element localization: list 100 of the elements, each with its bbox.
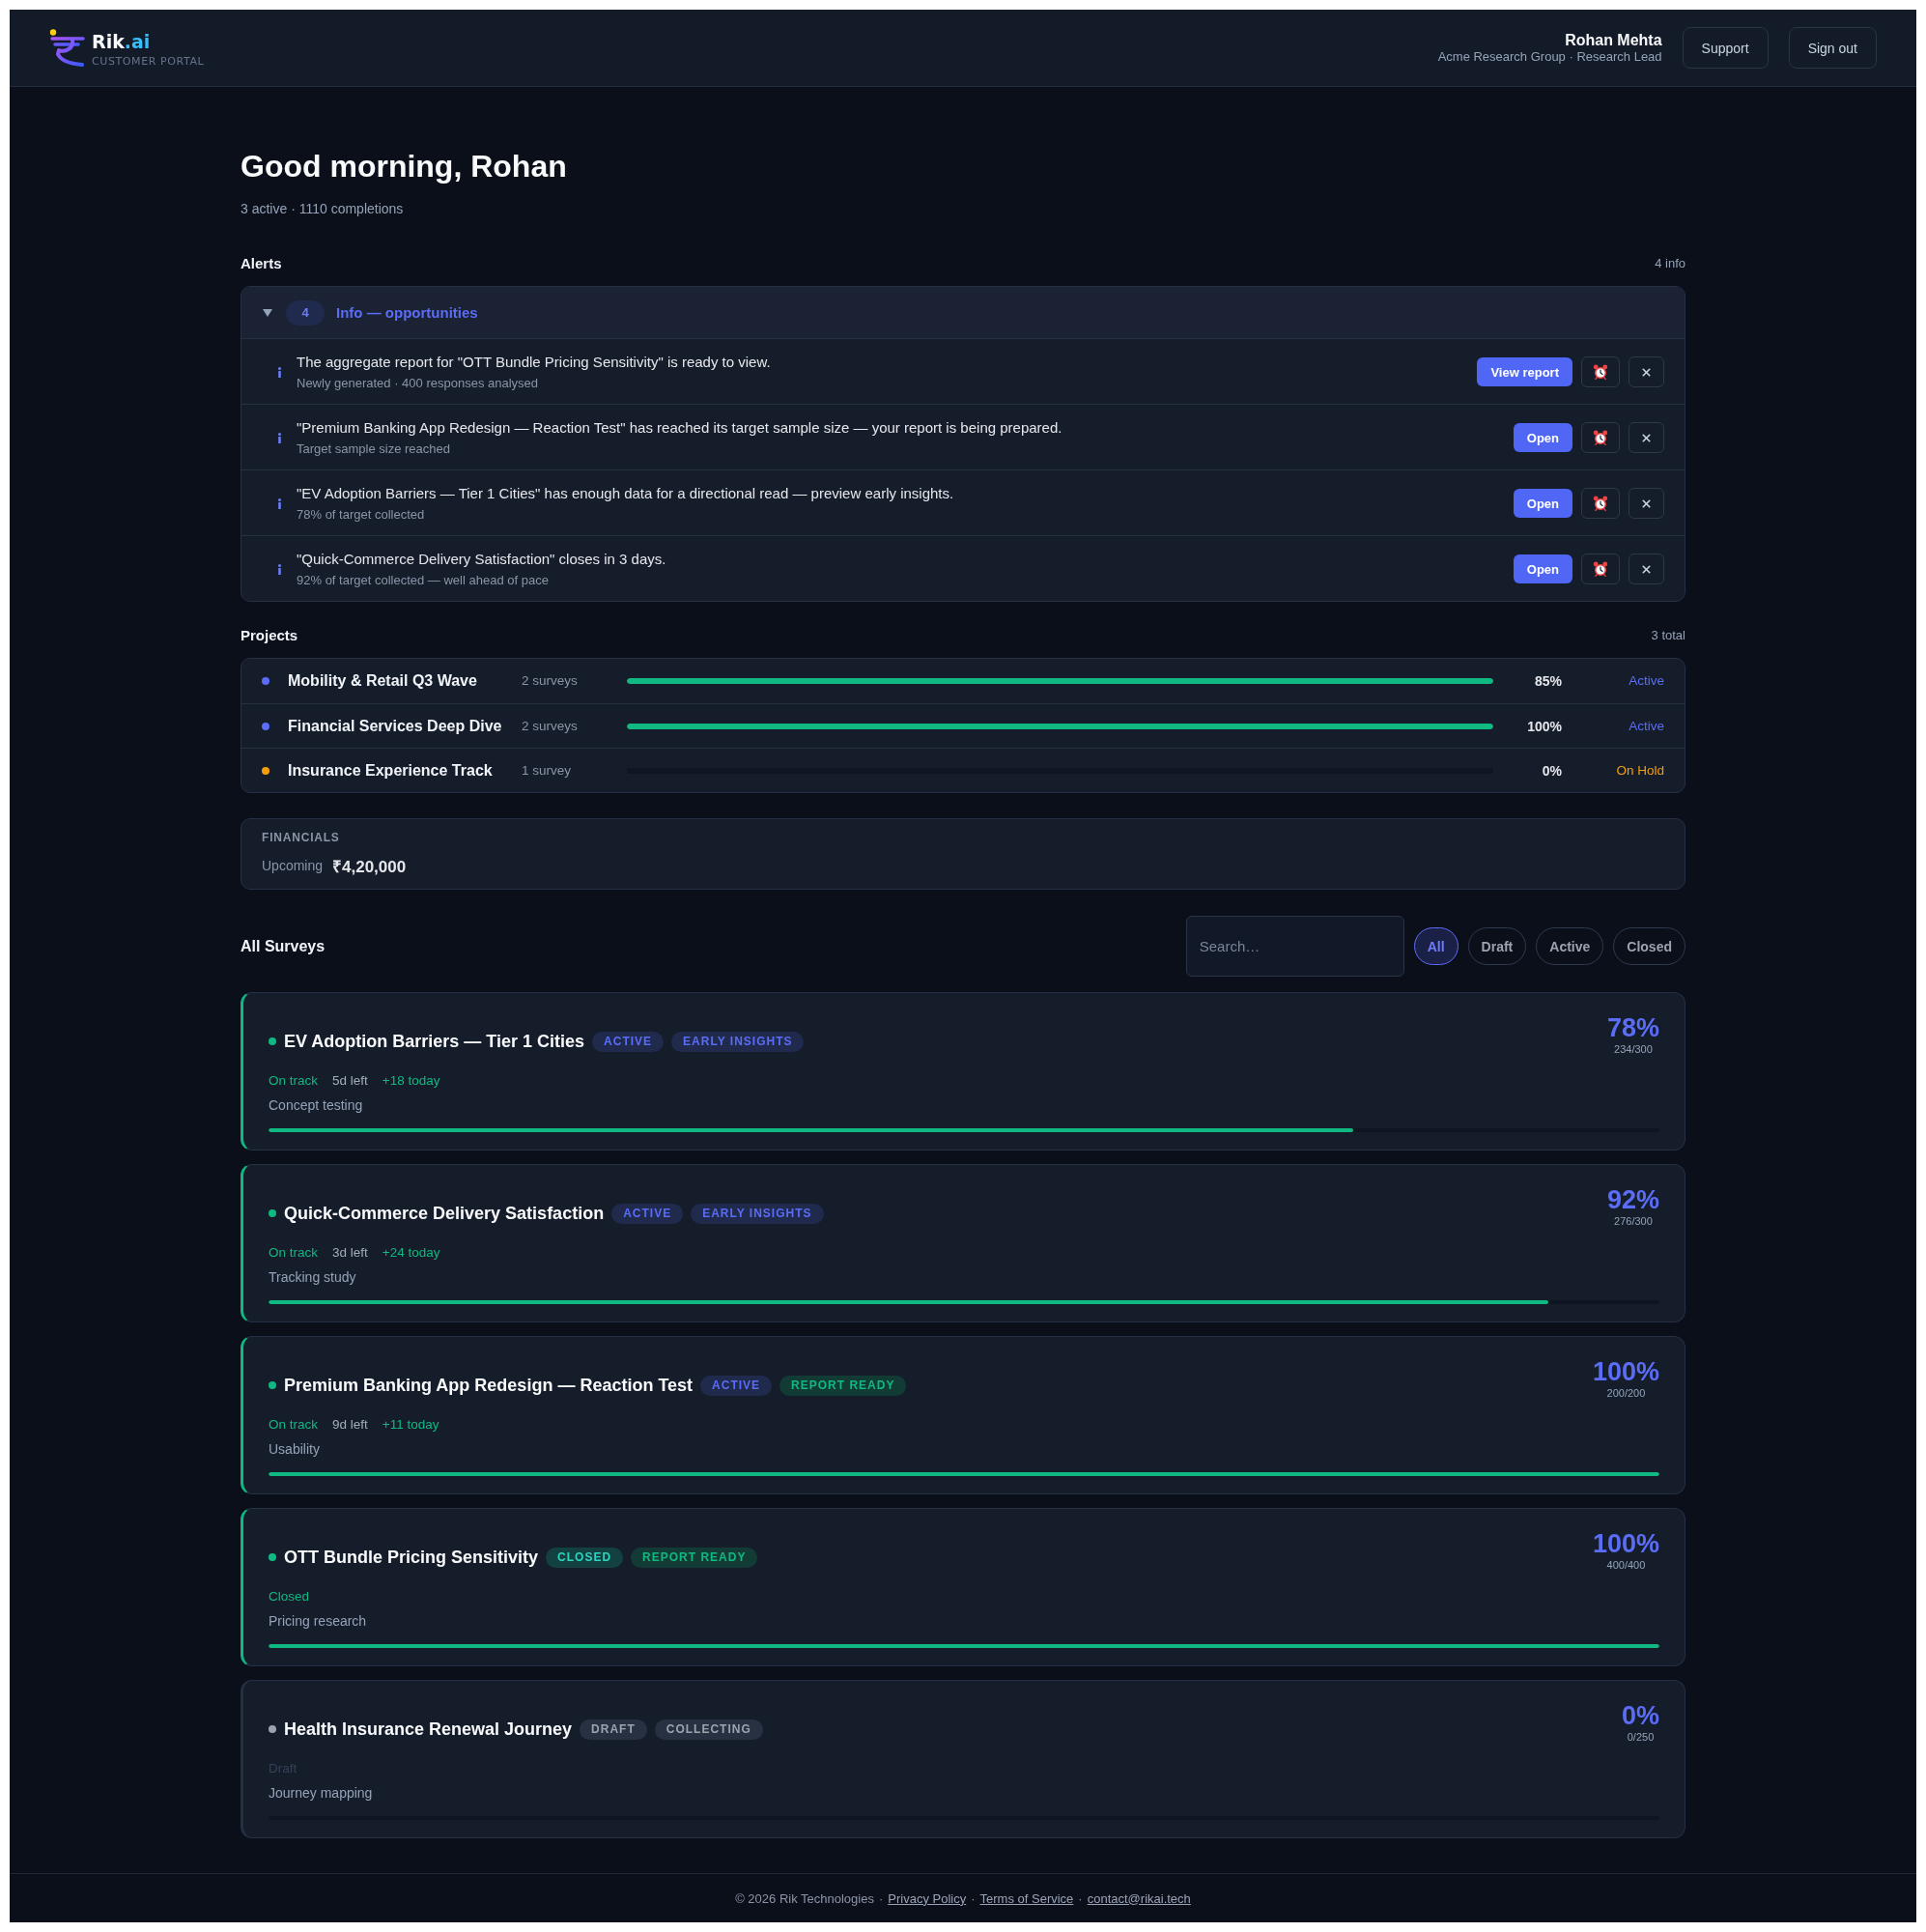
survey-meta: +18 today <box>382 1072 440 1090</box>
survey-meta: On track <box>269 1244 318 1262</box>
status-tag: ACTIVE <box>592 1031 665 1052</box>
brand-name: Rik.ai <box>92 31 151 52</box>
financials-title: FINANCIALS <box>262 831 340 845</box>
alert-detail: 78% of target collected <box>297 506 425 523</box>
header-button[interactable]: Support <box>1682 27 1769 69</box>
progress-percent: 85% <box>1534 672 1562 690</box>
search-field[interactable]: Search… <box>1185 916 1404 977</box>
alert-group-header[interactable]: 4 Info — opportunities <box>241 287 1685 339</box>
user-name: Rohan Mehta <box>1565 31 1662 49</box>
section-count: 4 info <box>1655 255 1685 272</box>
response-count: 200/200 <box>1606 1386 1646 1400</box>
section-count: 3 total <box>1651 627 1685 644</box>
footer-link[interactable]: Terms of Service <box>979 1890 1074 1906</box>
survey-count: 2 surveys <box>522 717 578 735</box>
alert-action-button[interactable]: Open <box>1513 554 1572 583</box>
survey-count: 2 surveys <box>522 672 578 690</box>
survey-count: 1 survey <box>522 761 572 780</box>
alert-action-button[interactable]: Open <box>1513 489 1572 518</box>
survey-description: Pricing research <box>269 1612 367 1630</box>
status-tag: COLLECTING <box>654 1719 763 1740</box>
survey-meta: On track <box>269 1416 318 1434</box>
snooze-button[interactable] <box>1581 554 1620 584</box>
info-icon <box>277 563 282 575</box>
completion-percent: 92% <box>1606 1185 1659 1214</box>
response-count: 400/400 <box>1606 1558 1646 1572</box>
survey-meta: +24 today <box>382 1244 440 1262</box>
info-icon <box>277 497 282 509</box>
brand-tagline: CUSTOMER PORTAL <box>92 55 205 69</box>
info-icon <box>277 366 282 378</box>
alert-message: "Quick-Commerce Delivery Satisfaction" closes in 3 days. <box>297 550 666 569</box>
greeting-summary: 3 active · 1110 completions <box>241 200 404 218</box>
close-icon <box>1640 497 1653 510</box>
filter-chip[interactable]: All <box>1413 927 1459 965</box>
status-tag: EARLY INSIGHTS <box>691 1203 824 1224</box>
alert-action-button[interactable]: View report <box>1477 357 1572 386</box>
alarm-clock-icon <box>1593 430 1608 445</box>
survey-card[interactable]: EV Adoption Barriers — Tier 1 Cities ACTIVE EARLY INSIGHTS 78% 234/300 On track 5d left +18 today Concept testing <box>241 992 1685 1151</box>
completion-percent: 100% <box>1592 1357 1659 1386</box>
survey-meta: 5d left <box>332 1072 368 1090</box>
project-status: Active <box>1629 672 1664 690</box>
survey-card[interactable]: Quick-Commerce Delivery Satisfaction ACTIVE EARLY INSIGHTS 92% 276/300 On track 3d left +24 today Tracking study <box>241 1164 1685 1322</box>
survey-meta: 3d left <box>332 1244 368 1262</box>
alert-message: The aggregate report for "OTT Bundle Pricing Sensitivity" is ready to view. <box>297 353 771 372</box>
alert-detail: Newly generated · 400 responses analysed <box>297 375 539 391</box>
snooze-button[interactable] <box>1581 422 1620 453</box>
completion-percent: 78% <box>1606 1013 1659 1042</box>
dismiss-button[interactable] <box>1629 356 1664 387</box>
alert-detail: Target sample size reached <box>297 440 450 457</box>
status-tag: EARLY INSIGHTS <box>671 1031 805 1052</box>
header-button[interactable]: Sign out <box>1788 27 1877 69</box>
count-badge: 4 <box>286 299 325 326</box>
alarm-clock-icon <box>1593 561 1608 577</box>
snooze-button[interactable] <box>1581 356 1620 387</box>
status-tag: ACTIVE <box>700 1375 773 1396</box>
section-title: Alerts <box>241 255 282 272</box>
info-icon <box>277 432 282 443</box>
project-name: Financial Services Deep Dive <box>288 716 502 736</box>
completion-percent: 0% <box>1621 1701 1659 1730</box>
completion-percent: 100% <box>1592 1529 1659 1558</box>
footer-text: · <box>971 1890 976 1906</box>
survey-title: Premium Banking App Redesign — Reaction Test <box>284 1375 694 1396</box>
dismiss-button[interactable] <box>1629 422 1664 453</box>
footer-text: · <box>1078 1890 1083 1906</box>
survey-title: Health Insurance Renewal Journey <box>284 1719 573 1740</box>
status-tag: CLOSED <box>546 1547 624 1568</box>
survey-meta: +11 today <box>382 1416 439 1434</box>
financials-amount: ₹4,20,000 <box>332 856 407 877</box>
alert-action-button[interactable]: Open <box>1513 423 1572 452</box>
alert-message: "EV Adoption Barriers — Tier 1 Cities" has enough data for a directional read — preview early insights. <box>297 484 954 503</box>
response-count: 276/300 <box>1614 1214 1653 1228</box>
status-tag: REPORT READY <box>631 1547 758 1568</box>
logo-icon <box>49 28 86 68</box>
response-count: 0/250 <box>1627 1730 1655 1744</box>
caret-down-icon[interactable] <box>263 308 272 317</box>
alarm-clock-icon <box>1593 496 1608 511</box>
alert-message: "Premium Banking App Redesign — Reaction Test" has reached its target sample size — your report is being prepared. <box>297 418 1062 438</box>
survey-meta: On track <box>269 1072 318 1090</box>
survey-title: EV Adoption Barriers — Tier 1 Cities <box>284 1031 585 1052</box>
footer-link[interactable]: contact@rikai.tech <box>1087 1890 1191 1906</box>
section-title: Projects <box>241 627 298 644</box>
greeting-title: Good morning, Rohan <box>241 148 567 185</box>
survey-card[interactable]: Premium Banking App Redesign — Reaction Test ACTIVE REPORT READY 100% 200/200 On track 9d left +11 today Usability <box>241 1336 1685 1494</box>
financials-label: Upcoming <box>262 858 324 873</box>
status-tag: DRAFT <box>580 1719 647 1740</box>
survey-meta: 9d left <box>332 1416 368 1434</box>
survey-title: OTT Bundle Pricing Sensitivity <box>284 1547 539 1568</box>
dismiss-button[interactable] <box>1629 488 1664 519</box>
survey-title: Quick-Commerce Delivery Satisfaction <box>284 1203 605 1224</box>
survey-description: Usability <box>269 1440 320 1458</box>
survey-card[interactable]: OTT Bundle Pricing Sensitivity CLOSED REPORT READY 100% 400/400 Closed Pricing research <box>241 1508 1685 1666</box>
footer-link[interactable]: Privacy Policy <box>888 1890 967 1906</box>
survey-description: Journey mapping <box>269 1784 373 1802</box>
survey-meta: Closed <box>269 1588 310 1605</box>
footer-text: · <box>878 1890 884 1906</box>
close-icon <box>1640 562 1653 576</box>
snooze-button[interactable] <box>1581 488 1620 519</box>
alert-group-title: Info — opportunities <box>336 303 478 322</box>
dismiss-button[interactable] <box>1629 554 1664 584</box>
